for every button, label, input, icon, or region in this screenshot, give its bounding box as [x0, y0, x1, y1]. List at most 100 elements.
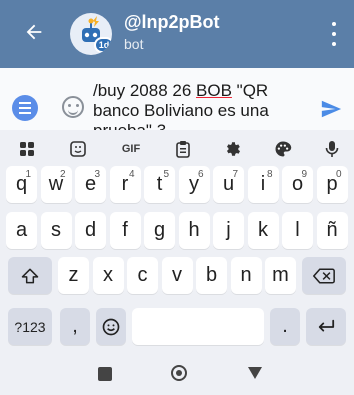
- key-label: b: [205, 264, 218, 286]
- key-q[interactable]: q1: [6, 166, 37, 203]
- menu-button[interactable]: [328, 22, 340, 46]
- key-p[interactable]: p0: [316, 166, 348, 203]
- key-label: t: [156, 173, 163, 195]
- enter-key[interactable]: [306, 308, 346, 345]
- shift-icon: [21, 268, 39, 283]
- key-e[interactable]: e3: [75, 166, 106, 203]
- sticker-icon[interactable]: [67, 138, 89, 160]
- apps-icon[interactable]: [16, 138, 38, 160]
- home-dot: [176, 370, 182, 376]
- key-label: z: [68, 264, 79, 286]
- key-label: v: [172, 264, 182, 286]
- attach-menu-button[interactable]: [12, 95, 38, 121]
- key-label: x: [103, 264, 113, 286]
- key-c[interactable]: c: [127, 257, 158, 294]
- symbols-key[interactable]: ?123: [8, 308, 52, 345]
- enter-icon: [318, 319, 335, 331]
- emoji-key[interactable]: [96, 308, 126, 345]
- key-n[interactable]: n: [230, 257, 262, 294]
- home-icon[interactable]: [171, 365, 187, 381]
- compose-bar: /buy 2088 26 BOB "QR banco Boliviano es …: [0, 68, 354, 140]
- key-label: i: [260, 173, 266, 195]
- chat-subtitle: bot: [124, 36, 144, 52]
- clipboard-icon[interactable]: [172, 138, 194, 160]
- settings-icon[interactable]: [221, 138, 243, 160]
- menu-line: [19, 102, 31, 104]
- arrow-left-icon: [26, 24, 42, 40]
- key-number-hint: 1: [25, 169, 31, 180]
- back-nav-icon[interactable]: [248, 367, 262, 379]
- menu-line: [19, 107, 31, 109]
- backspace-key[interactable]: [302, 257, 346, 294]
- key-number-hint: 6: [197, 169, 204, 180]
- key-k[interactable]: k: [247, 212, 279, 249]
- key-m[interactable]: m: [265, 257, 296, 294]
- key-number-hint: 4: [128, 169, 135, 180]
- menu-line: [19, 112, 31, 114]
- key-label: d: [84, 219, 97, 241]
- recents-icon[interactable]: [98, 367, 112, 381]
- key-h[interactable]: h: [178, 212, 210, 249]
- key-t[interactable]: t5: [144, 166, 175, 203]
- key-g[interactable]: g: [144, 212, 175, 249]
- key-number-hint: 9: [301, 169, 307, 180]
- message-text-underlined: BOB: [196, 81, 232, 100]
- menu-dot: [332, 22, 336, 26]
- back-button[interactable]: [22, 20, 46, 44]
- menu-dot: [332, 42, 336, 46]
- key-l[interactable]: l: [282, 212, 313, 249]
- key-label: n: [240, 264, 252, 286]
- menu-dot: [332, 32, 336, 36]
- backspace-icon: [313, 267, 335, 284]
- key-x[interactable]: x: [92, 257, 124, 294]
- key-j[interactable]: j: [213, 212, 244, 249]
- key-label: f: [122, 219, 128, 241]
- key-u[interactable]: u7: [213, 166, 244, 203]
- on-screen-keyboard: GIF ?123 , . q 1 w 2 e 3 r 4 t 5 y 6 u 7…: [0, 130, 354, 395]
- key-z[interactable]: z: [58, 257, 89, 294]
- key-label: m: [272, 264, 289, 286]
- palette-icon[interactable]: [272, 138, 294, 160]
- key-number-hint: 5: [163, 169, 169, 180]
- key-label: g: [153, 219, 166, 241]
- key-number-hint: 0: [335, 169, 342, 180]
- key-b[interactable]: b: [196, 257, 227, 294]
- comma-key[interactable]: ,: [60, 308, 90, 345]
- key-o[interactable]: o9: [282, 166, 313, 203]
- key-i[interactable]: i8: [247, 166, 279, 203]
- key-r[interactable]: r4: [109, 166, 141, 203]
- system-navigation-bar: [0, 361, 354, 387]
- bot-avatar[interactable]: 1d: [70, 13, 112, 55]
- key-w[interactable]: w2: [40, 166, 72, 203]
- key-label: h: [188, 219, 200, 241]
- key-number-hint: 7: [232, 169, 238, 180]
- key-label: c: [137, 264, 148, 286]
- send-icon[interactable]: [320, 98, 342, 120]
- key-label: a: [15, 219, 28, 241]
- key-a[interactable]: a: [6, 212, 37, 249]
- key-y[interactable]: y6: [178, 166, 210, 203]
- key-label: r: [121, 173, 129, 195]
- period-key[interactable]: .: [270, 308, 300, 345]
- space-key[interactable]: [132, 308, 264, 345]
- key-number-hint: 2: [59, 169, 66, 180]
- key-v[interactable]: v: [161, 257, 193, 294]
- avatar-badge: 1d: [94, 37, 112, 53]
- mic-icon[interactable]: [321, 138, 343, 160]
- key-number-hint: 3: [94, 169, 100, 180]
- key-label: j: [226, 219, 231, 241]
- key-label: ñ: [326, 219, 338, 241]
- key-d[interactable]: d: [75, 212, 106, 249]
- key-label: k: [258, 219, 268, 241]
- chat-title[interactable]: @lnp2pBot: [124, 12, 220, 33]
- key-s[interactable]: s: [40, 212, 72, 249]
- key-f[interactable]: f: [109, 212, 141, 249]
- shift-key[interactable]: [8, 257, 52, 294]
- smile-icon: [102, 318, 120, 335]
- key-ñ[interactable]: ñ: [316, 212, 348, 249]
- chat-header: 1d @lnp2pBot bot: [0, 0, 354, 68]
- emoji-icon[interactable]: [62, 96, 84, 118]
- gif-button[interactable]: GIF: [116, 138, 146, 160]
- message-text-prefix: /buy 2088 26: [93, 81, 197, 100]
- key-number-hint: 8: [266, 169, 273, 180]
